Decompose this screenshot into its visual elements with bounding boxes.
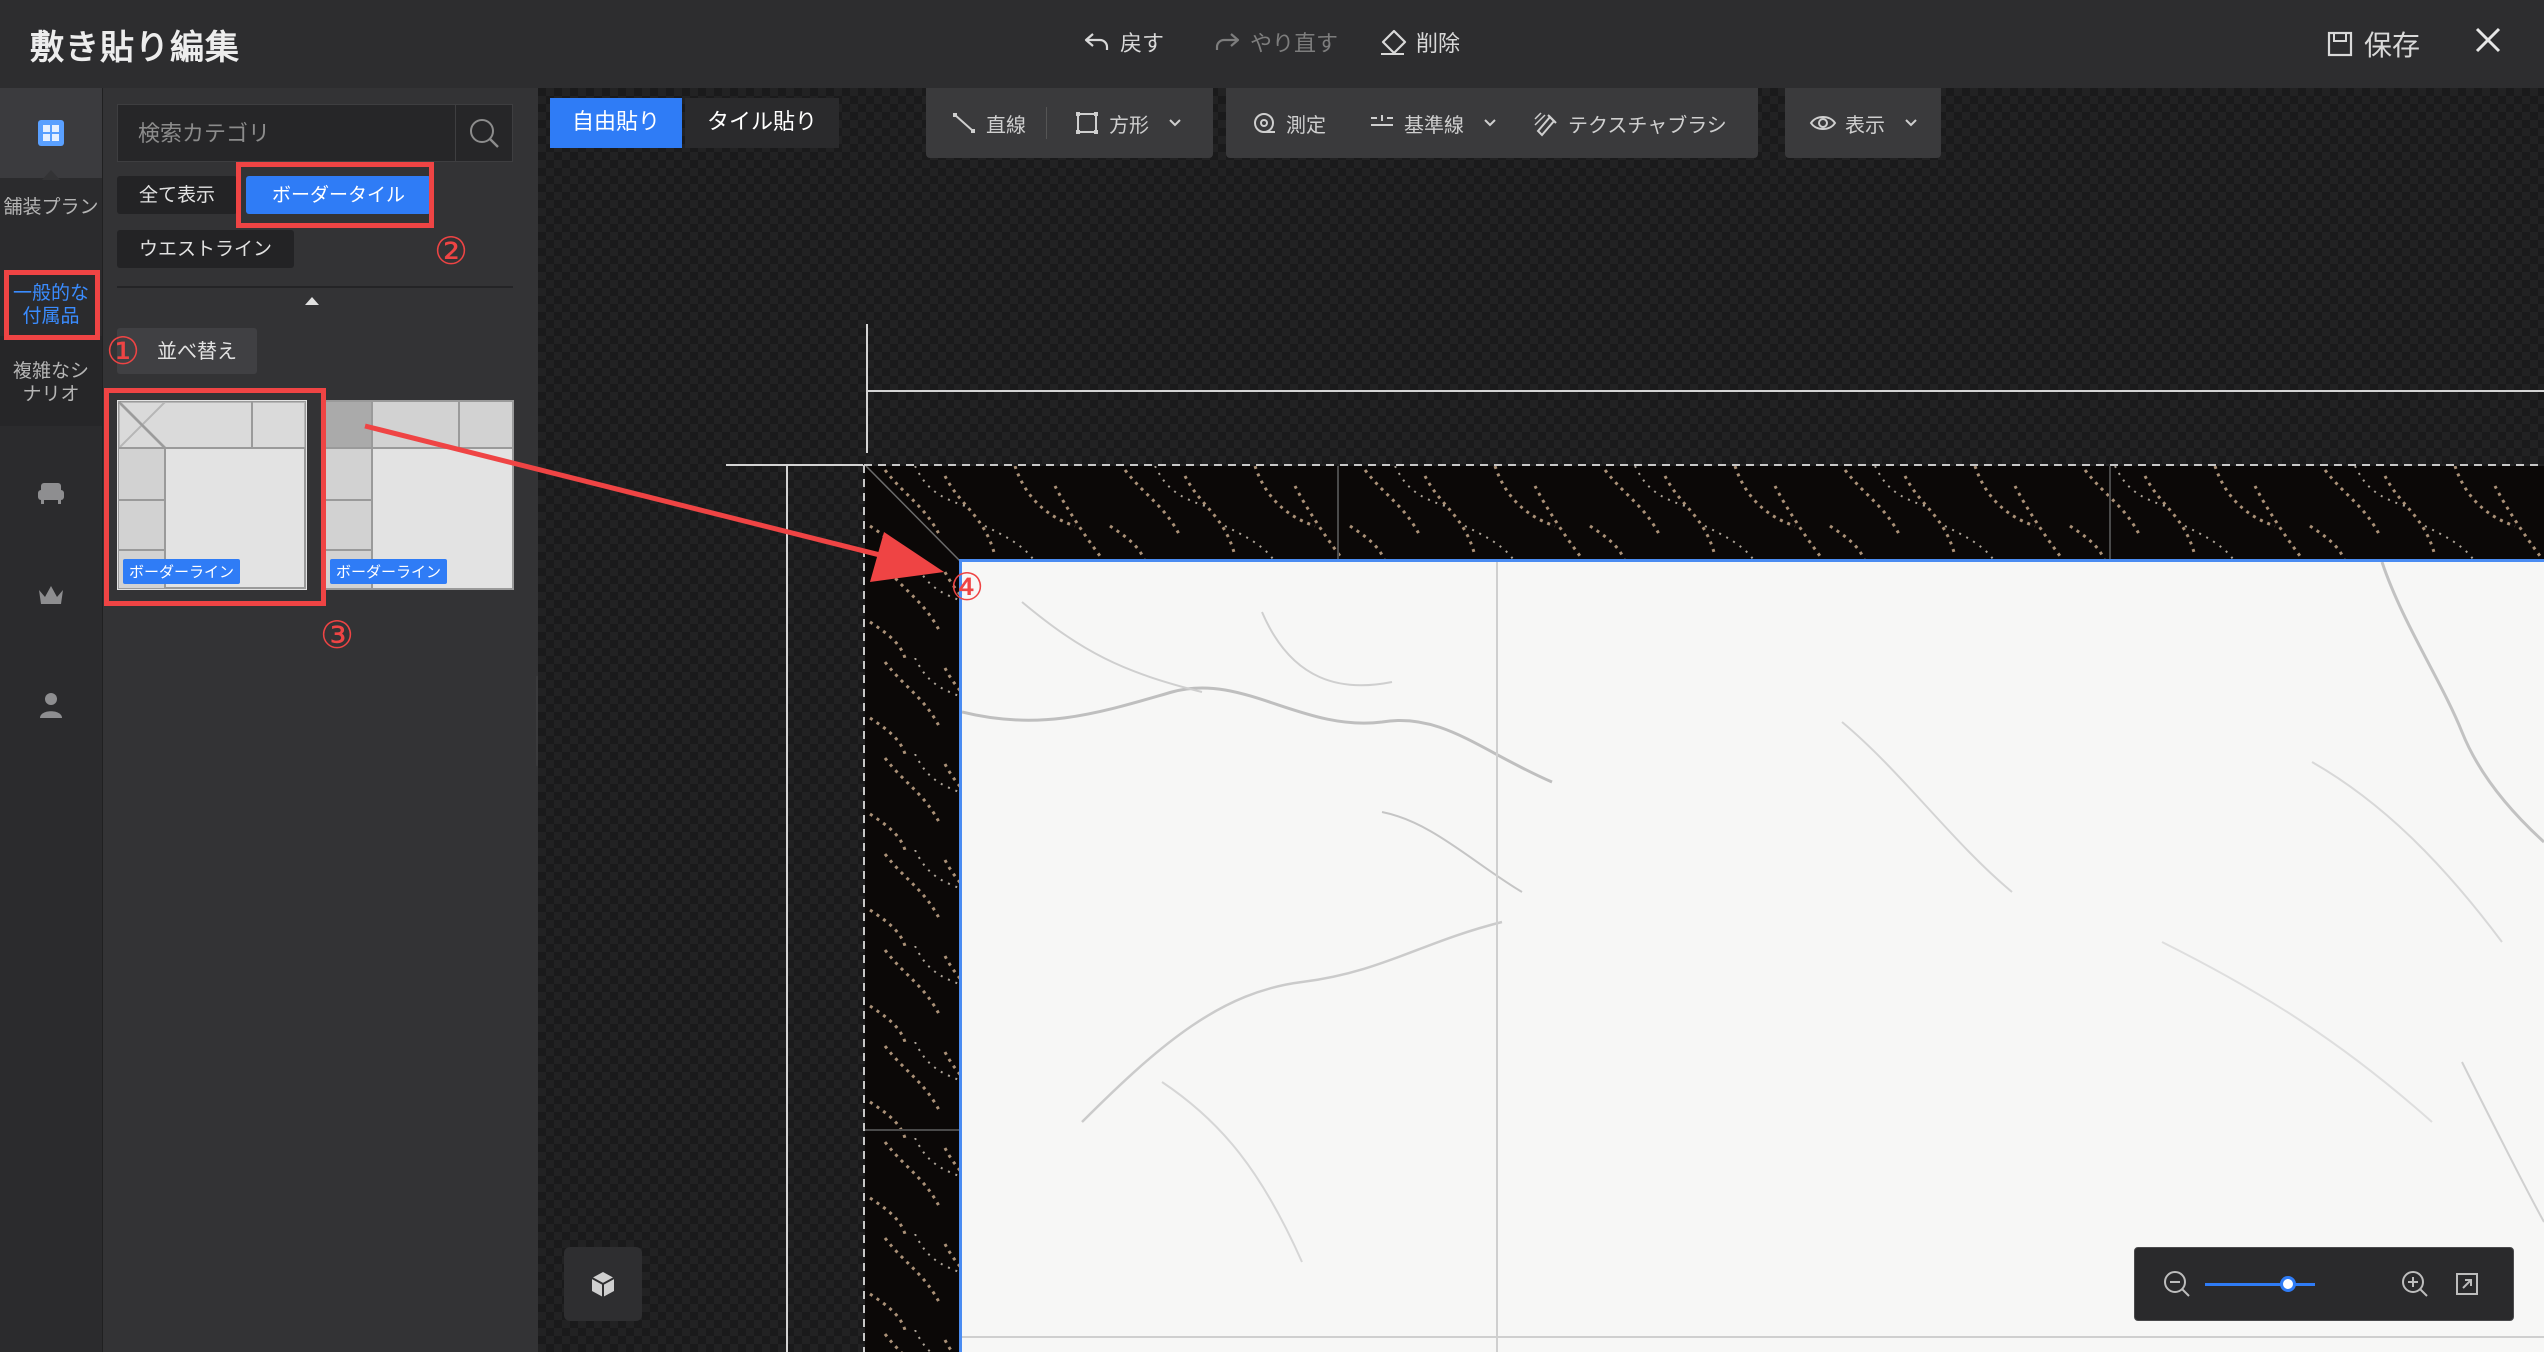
annotation-number-2: ② [434, 229, 469, 273]
fit-screen-icon[interactable] [2453, 1270, 2481, 1298]
rail-item-general-accessories[interactable]: 一般的な付属品 [0, 282, 102, 328]
annotation-number-1: ① [106, 329, 141, 373]
save-icon [2327, 31, 2353, 57]
filter-chip-waistline[interactable]: ウエストライン [117, 230, 295, 268]
sofa-icon[interactable] [34, 474, 68, 508]
grid-tile-icon [38, 120, 64, 146]
dark-marble-texture [865, 466, 2544, 562]
zoom-slider-track [2205, 1276, 2315, 1292]
panel-divider [117, 286, 513, 288]
annotation-number-4: ④ [950, 565, 985, 609]
save-button[interactable]: 保存 [2326, 24, 2420, 64]
user-icon[interactable] [34, 688, 68, 722]
tile-badge: ボーダーライン [123, 559, 241, 584]
redo-button[interactable]: やり直す [1212, 26, 1338, 58]
collapse-up-icon[interactable] [305, 297, 319, 305]
close-icon[interactable] [2470, 22, 2506, 58]
rail-item-complex-scenario[interactable]: 複雑なシナリオ [0, 360, 102, 406]
border-tile-top[interactable] [865, 466, 2544, 562]
design-canvas[interactable]: 自由貼り タイル貼り 直線 方形 測定 基準線 テクスチャブラシ 表示 [538, 88, 2544, 1352]
tile-thumbnail[interactable]: ボーダーライン [324, 400, 514, 590]
annotation-number-3: ③ [320, 613, 355, 657]
rail-item-paving-plan[interactable]: 舗装プラン [0, 196, 102, 219]
zoom-slider-thumb[interactable] [2279, 1276, 2296, 1292]
redo-icon [1215, 33, 1240, 50]
search-box [117, 104, 513, 163]
app-title: 敷き貼り編集 [30, 28, 240, 68]
delete-button[interactable]: 削除 [1378, 26, 1460, 58]
rail-item-tiles[interactable] [0, 88, 102, 180]
marble-tile-field[interactable] [959, 559, 2544, 1352]
filter-chip-all[interactable]: 全て表示 [117, 176, 238, 214]
active-pointer-icon [42, 170, 60, 180]
filter-chip-border-tile[interactable]: ボーダータイル [246, 176, 432, 214]
undo-icon [1084, 33, 1109, 50]
undo-button[interactable]: 戻す [1082, 26, 1164, 58]
category-rail: 舗装プラン 一般的な付属品 複雑なシナリオ [0, 88, 103, 1352]
view-3d-button[interactable] [564, 1247, 642, 1321]
crown-icon[interactable] [34, 578, 68, 612]
delete-label: 削除 [1416, 32, 1461, 57]
eraser-icon [1381, 29, 1407, 55]
title-bar: 敷き貼り編集 戻す やり直す 削除 保存 [0, 0, 2544, 89]
zoom-out-icon[interactable] [2161, 1268, 2193, 1300]
white-marble-texture [962, 562, 2544, 1352]
zoom-control [2134, 1247, 2514, 1321]
zoom-in-icon[interactable] [2399, 1268, 2431, 1300]
search-input[interactable] [118, 105, 480, 163]
undo-label: 戻す [1120, 32, 1165, 57]
border-tile-left[interactable] [865, 562, 961, 1352]
save-label: 保存 [2364, 29, 2421, 62]
category-panel: 全て表示 ボーダータイル ウエストライン 並べ替え ボーダーライン ボーダーライ… [103, 88, 538, 1352]
cube-icon [591, 1272, 615, 1297]
search-icon[interactable] [455, 105, 512, 161]
redo-label: やり直す [1250, 32, 1339, 57]
tile-thumbnail[interactable]: ボーダーライン [117, 400, 307, 590]
tile-badge: ボーダーライン [330, 559, 448, 584]
dark-marble-texture [865, 562, 961, 1352]
